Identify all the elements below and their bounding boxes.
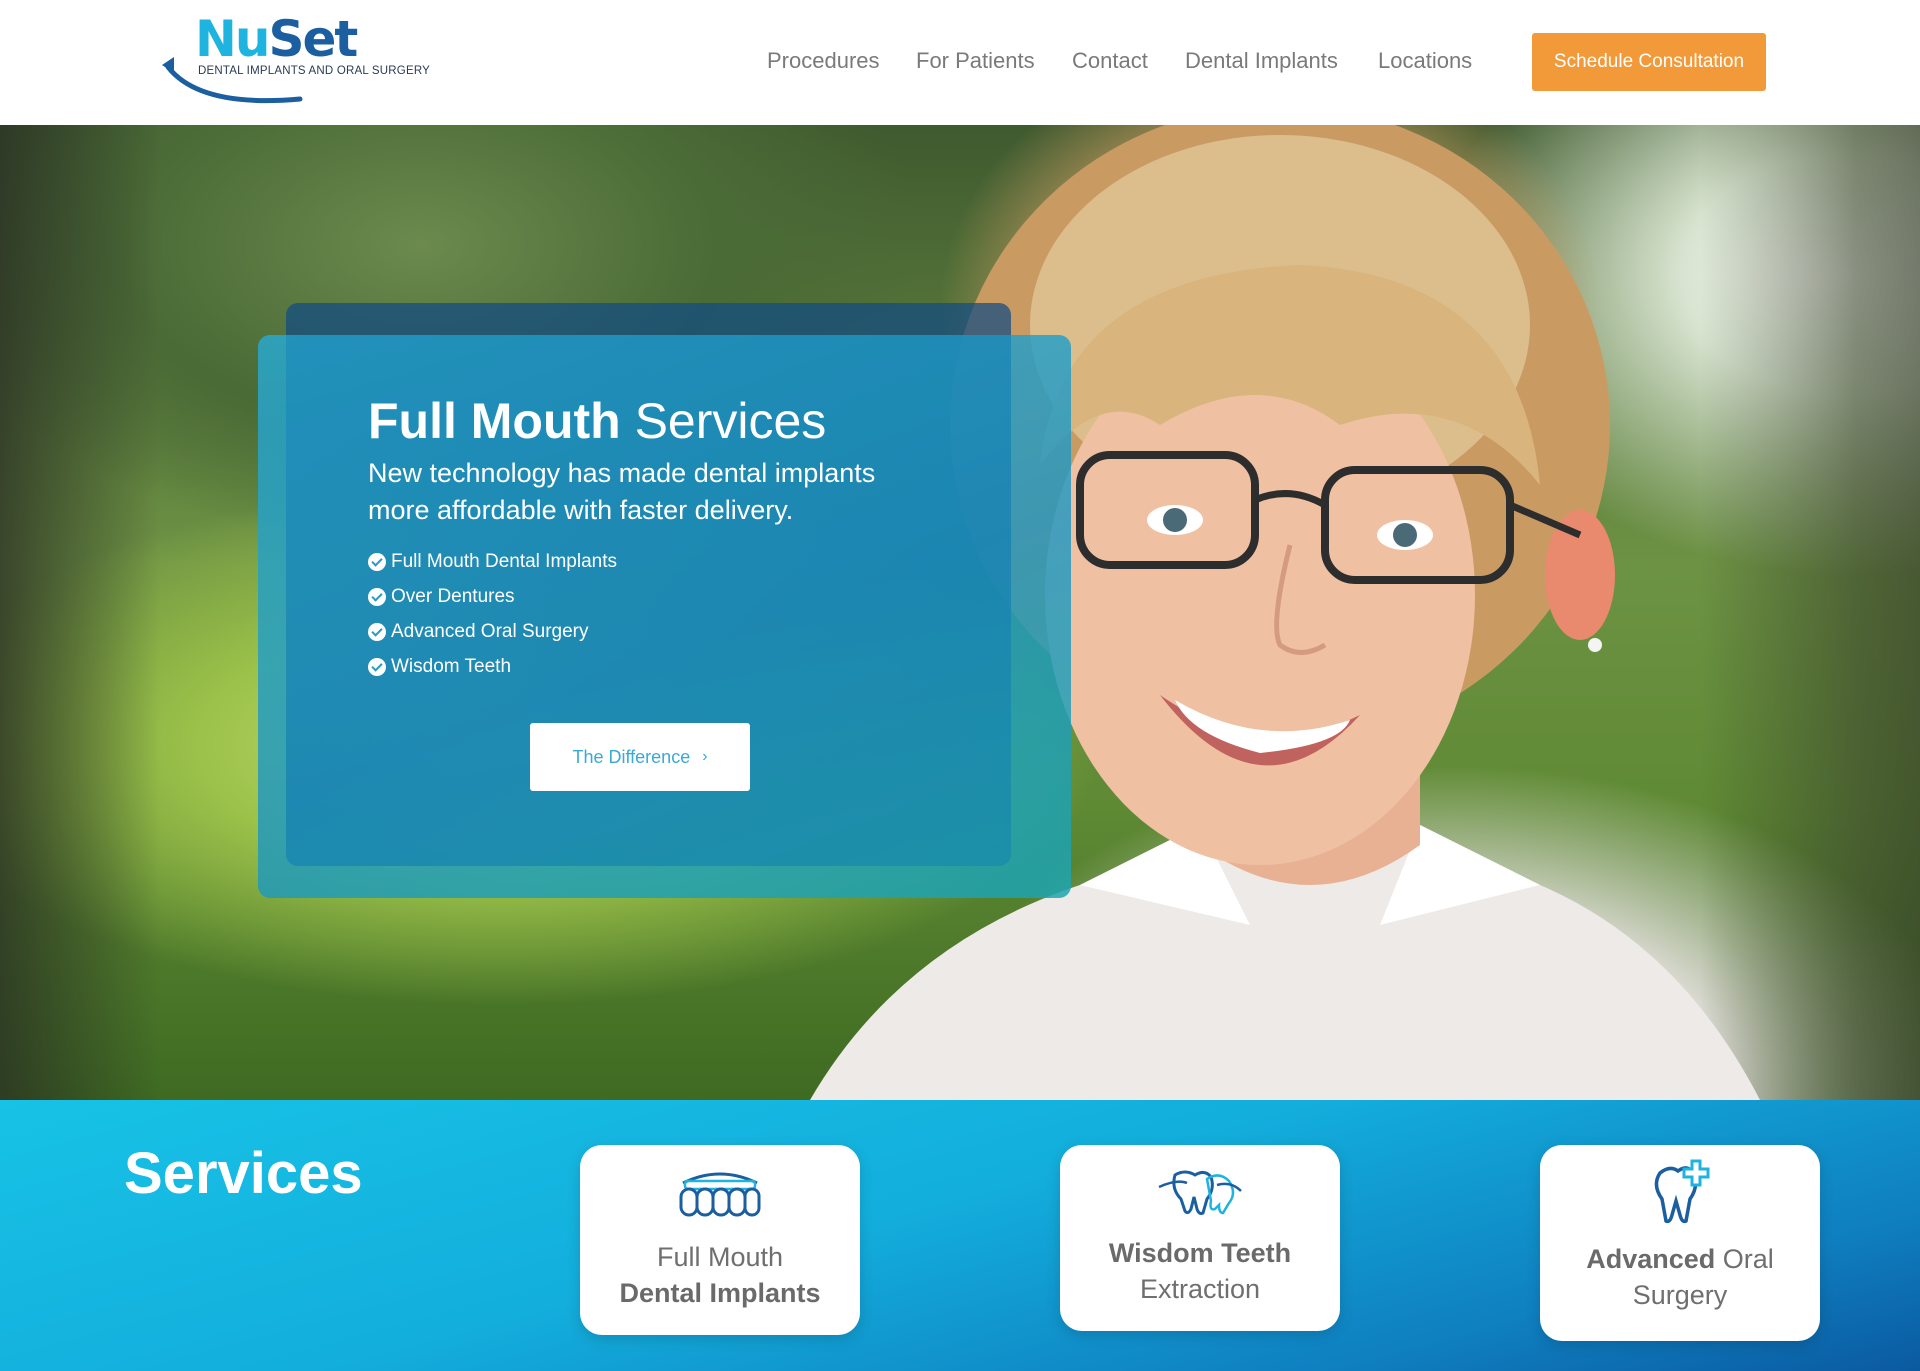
hero-title: Full Mouth Services <box>368 392 826 450</box>
service-card-label: Advanced Oral Surgery <box>1540 1241 1820 1313</box>
site-header: NuSet DENTAL IMPLANTS AND ORAL SURGERY P… <box>0 0 1920 125</box>
checklist-item-label: Over Dentures <box>391 585 515 607</box>
service-card-line1: Wisdom Teeth <box>1108 1238 1292 1268</box>
hero-section: Full Mouth Services New technology has m… <box>0 125 1920 1100</box>
checklist-item: Wisdom Teeth <box>368 649 617 684</box>
service-card-label: Full Mouth Dental Implants <box>580 1239 860 1311</box>
nav-contact[interactable]: Contact <box>1072 48 1148 74</box>
service-card-line2: Extraction <box>1139 1274 1261 1304</box>
hero-title-bold: Full Mouth <box>368 393 621 449</box>
the-difference-button[interactable]: The Difference › <box>530 723 750 791</box>
the-difference-label: The Difference <box>572 746 691 767</box>
logo-tagline: DENTAL IMPLANTS AND ORAL SURGERY <box>198 65 430 77</box>
service-card-line1-bold: Advanced <box>1586 1244 1716 1274</box>
service-card-wisdom-teeth[interactable]: Wisdom Teeth Extraction <box>1060 1145 1340 1331</box>
chevron-right-icon: › <box>702 748 708 765</box>
check-circle-icon <box>368 657 386 676</box>
service-card-full-mouth[interactable]: Full Mouth Dental Implants <box>580 1145 860 1335</box>
logo-nu: Nu <box>195 10 270 68</box>
schedule-consultation-button[interactable]: Schedule Consultation <box>1532 33 1766 91</box>
hero-lead: New technology has made dental implants … <box>368 458 876 525</box>
hero-shadow <box>0 125 160 1100</box>
logo-wordmark: NuSet <box>195 10 358 68</box>
service-card-line2: Surgery <box>1632 1280 1728 1310</box>
checklist-item: Advanced Oral Surgery <box>368 614 617 649</box>
service-card-label: Wisdom Teeth Extraction <box>1060 1235 1340 1307</box>
checklist-item: Over Dentures <box>368 579 617 614</box>
hero-title-light: Services <box>620 393 827 449</box>
nav-locations[interactable]: Locations <box>1378 48 1472 74</box>
checklist-item-label: Full Mouth Dental Implants <box>391 550 617 572</box>
checklist-item: Full Mouth Dental Implants <box>368 544 617 579</box>
service-card-line2: Dental Implants <box>619 1278 821 1308</box>
check-circle-icon <box>368 587 386 606</box>
brand-logo[interactable]: NuSet DENTAL IMPLANTS AND ORAL SURGERY <box>160 8 430 113</box>
services-title: Services <box>124 1141 363 1206</box>
service-card-line1-rest: Oral <box>1715 1244 1774 1274</box>
wisdom-teeth-icon <box>1060 1165 1340 1225</box>
nav-for-patients[interactable]: For Patients <box>916 48 1035 74</box>
logo-set: Set <box>268 10 358 68</box>
service-card-advanced-oral-surgery[interactable]: Advanced Oral Surgery <box>1540 1145 1820 1341</box>
tooth-plus-icon <box>1540 1159 1820 1224</box>
service-card-line1: Full Mouth <box>656 1242 784 1272</box>
nav-procedures[interactable]: Procedures <box>767 48 880 74</box>
check-circle-icon <box>368 552 386 571</box>
checklist-item-label: Advanced Oral Surgery <box>391 620 589 642</box>
checklist-item-label: Wisdom Teeth <box>391 655 512 677</box>
dental-implant-bridge-icon <box>580 1167 860 1227</box>
hero-checklist: Full Mouth Dental Implants Over Dentures… <box>368 544 617 684</box>
nav-dental-implants[interactable]: Dental Implants <box>1185 48 1338 74</box>
check-circle-icon <box>368 622 386 641</box>
